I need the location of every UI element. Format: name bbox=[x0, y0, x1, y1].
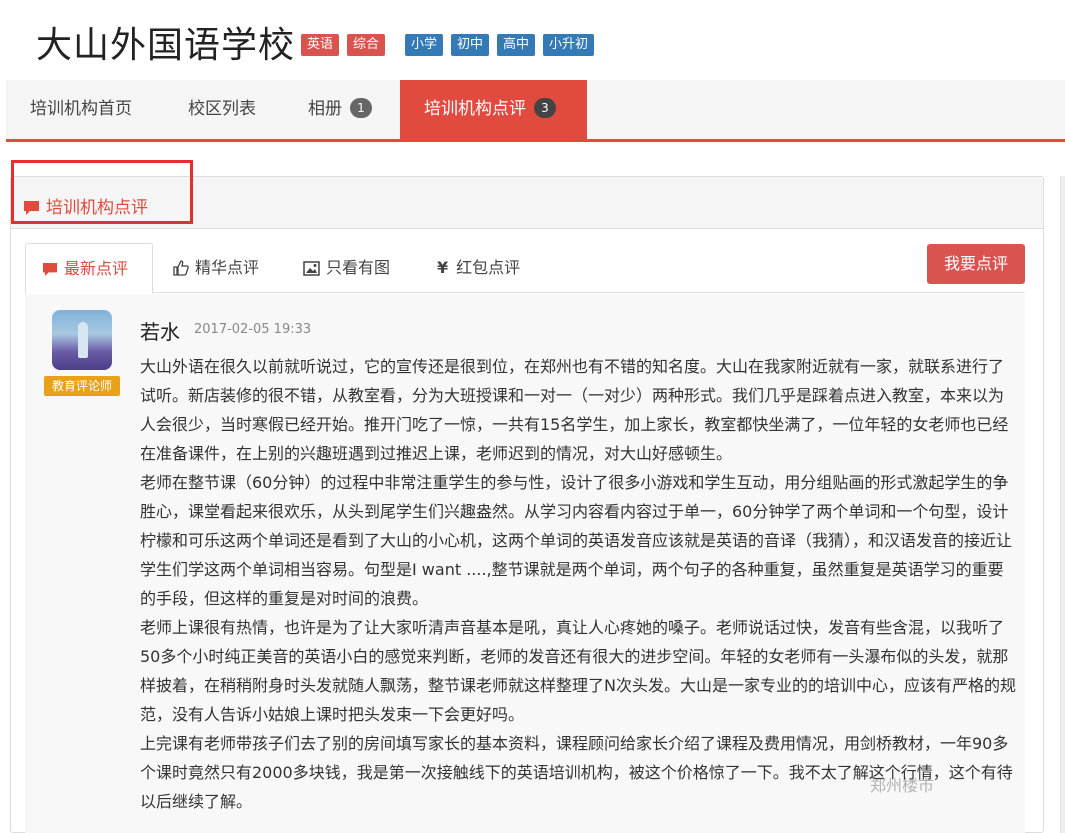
tab-label: 精华点评 bbox=[195, 258, 260, 277]
review-paragraph: 大山外语在很久以前就听说过，它的宣传还是很到位，在郑州也有不错的知名度。大山在我… bbox=[140, 357, 1009, 463]
image-icon bbox=[303, 261, 320, 276]
tab-label: 红包点评 bbox=[456, 258, 521, 277]
school-name: 大山外国语学校 bbox=[36, 25, 296, 66]
nav-item-label: 培训机构点评 bbox=[424, 99, 526, 119]
tag-senior[interactable]: 高中 bbox=[497, 34, 536, 56]
review-body: 大山外语在很久以前就听说过，它的宣传还是很到位，在郑州也有不错的知名度。大山在我… bbox=[140, 352, 1018, 816]
avatar-figure bbox=[78, 322, 88, 358]
annotation-highlight-box bbox=[11, 160, 193, 224]
nav-item-campus-list[interactable]: 校区列表 bbox=[164, 80, 280, 139]
thumbs-up-icon bbox=[173, 260, 189, 276]
tab-featured-reviews[interactable]: 精华点评 bbox=[157, 243, 275, 293]
nav-item-label: 培训机构首页 bbox=[30, 99, 132, 119]
yen-icon: ¥ bbox=[437, 258, 449, 277]
review-tabs: 最新点评 精华点评 只看有图 ¥ 红包点评 bbox=[25, 243, 1025, 294]
tag-primary-to-junior[interactable]: 小升初 bbox=[543, 34, 595, 56]
nav-item-album[interactable]: 相册 1 bbox=[284, 80, 396, 139]
nav-item-home[interactable]: 培训机构首页 bbox=[6, 80, 156, 139]
main-nav: 培训机构首页 校区列表 相册 1 培训机构点评 3 bbox=[6, 80, 1065, 142]
review-paragraph: 老师上课很有热情，也许是为了让大家听清声音基本是吼，真让人心疼她的嗓子。老师说话… bbox=[140, 618, 1016, 724]
tab-label: 只看有图 bbox=[326, 258, 391, 277]
avatar[interactable] bbox=[52, 310, 112, 370]
watermark: 郑州楼市 bbox=[870, 776, 935, 795]
nav-item-reviews[interactable]: 培训机构点评 3 bbox=[400, 80, 587, 139]
tab-label: 最新点评 bbox=[64, 259, 129, 278]
tab-latest-reviews[interactable]: 最新点评 bbox=[25, 243, 153, 294]
tag-english[interactable]: 英语 bbox=[301, 34, 340, 56]
review-username[interactable]: 若水 bbox=[140, 316, 180, 345]
review-paragraph: 老师在整节课（60分钟）的过程中非常注重学生的参与性，设计了很多小游戏和学生互动… bbox=[140, 473, 1013, 608]
tab-with-images[interactable]: 只看有图 bbox=[287, 243, 406, 293]
review-timestamp: 2017-02-05 19:33 bbox=[194, 322, 312, 337]
tag-primary[interactable]: 小学 bbox=[405, 34, 444, 56]
album-count-badge: 1 bbox=[350, 98, 372, 118]
write-review-button[interactable]: 我要点评 bbox=[927, 244, 1025, 284]
tag-junior[interactable]: 初中 bbox=[451, 34, 490, 56]
nav-item-label: 相册 bbox=[308, 99, 342, 119]
page-header: 大山外国语学校 英语 综合 小学 初中 高中 小升初 bbox=[0, 0, 1065, 80]
tab-red-packet-reviews[interactable]: ¥ 红包点评 bbox=[421, 243, 536, 293]
tag-comprehensive[interactable]: 综合 bbox=[347, 34, 386, 56]
nav-item-label: 校区列表 bbox=[188, 99, 256, 119]
reviews-count-badge: 3 bbox=[534, 98, 556, 118]
comment-icon bbox=[42, 262, 58, 277]
role-badge: 教育评论师 bbox=[44, 376, 120, 396]
sidebar-edge bbox=[1060, 176, 1065, 833]
